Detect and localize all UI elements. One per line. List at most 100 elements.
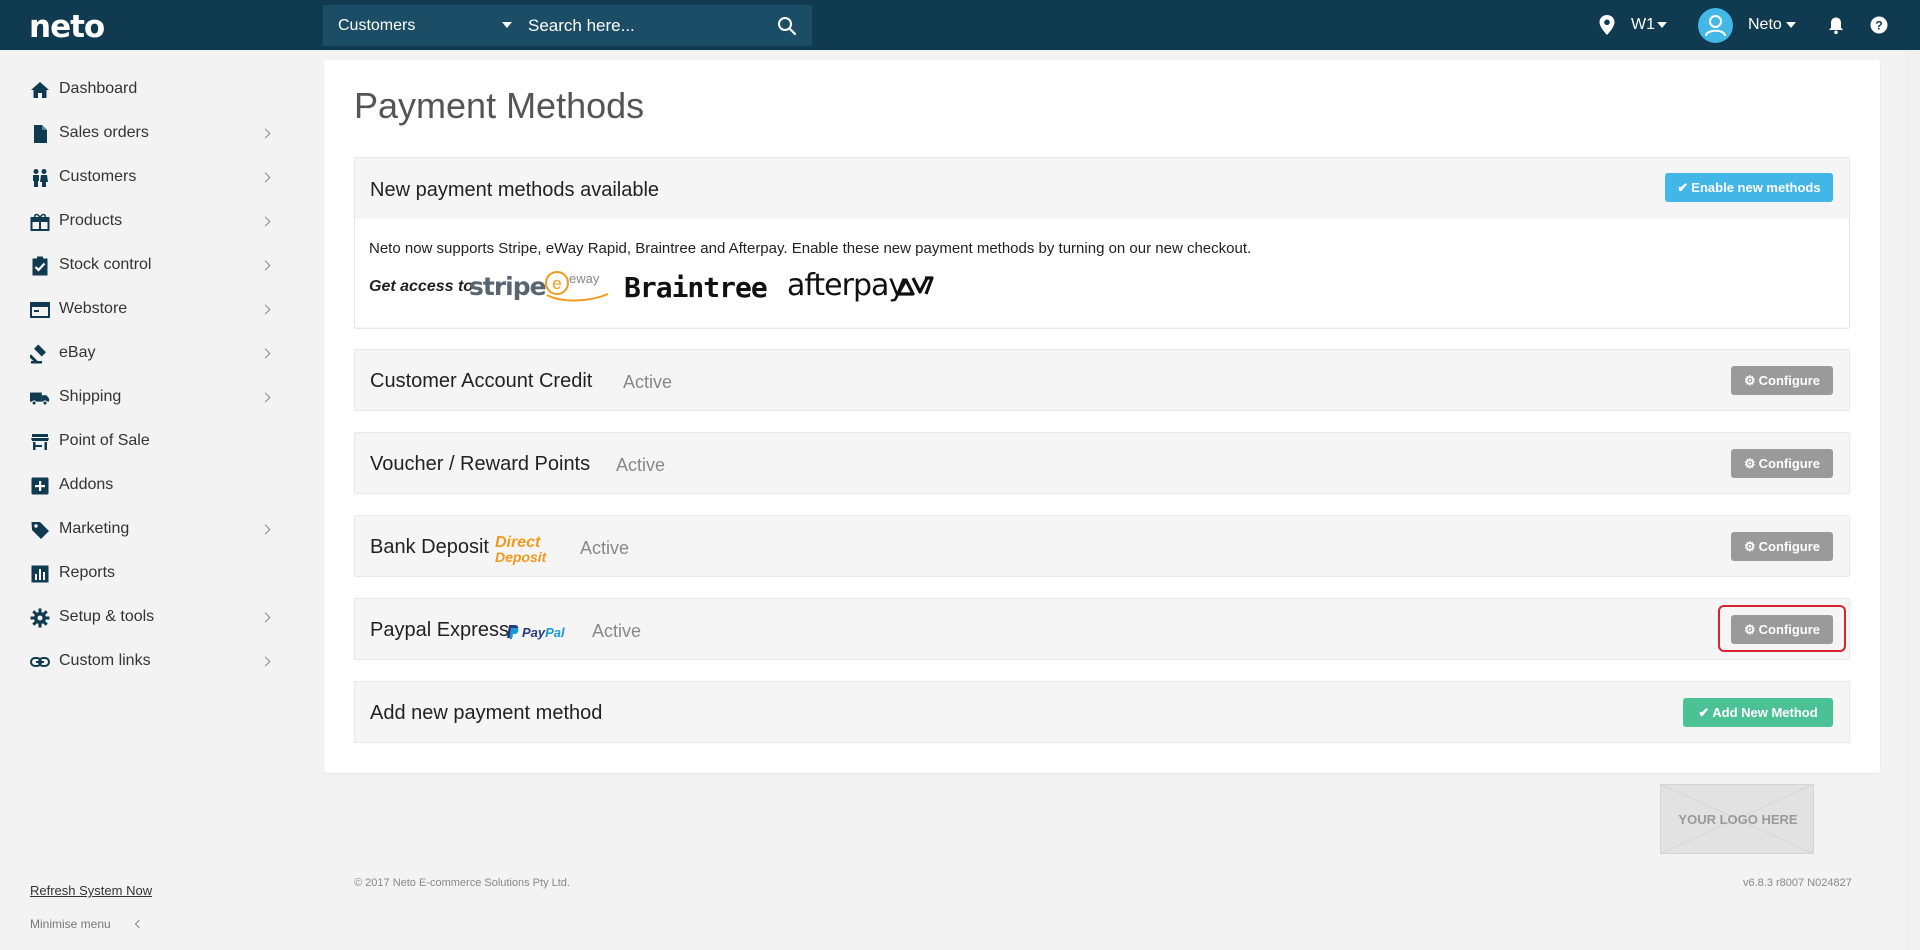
panel-title: New payment methods available: [370, 179, 660, 201]
button-label: Configure: [1758, 539, 1821, 554]
sidebar-item-sales-orders[interactable]: Sales orders: [30, 119, 276, 149]
sidebar-item-stock-control[interactable]: Stock control: [30, 251, 276, 281]
truck-icon: [30, 392, 50, 406]
bar-chart-icon: [31, 565, 49, 583]
search-scope-dropdown[interactable]: Customers: [323, 5, 523, 46]
chevron-right-icon: [260, 656, 271, 667]
sidebar-item-point-of-sale[interactable]: Point of Sale: [30, 427, 276, 457]
caret-down-icon[interactable]: [1657, 22, 1667, 28]
sidebar-item-dashboard[interactable]: Dashboard: [30, 75, 276, 105]
sidebar-item-custom-links[interactable]: Custom links: [30, 647, 276, 677]
sidebar-item-label: Setup & tools: [59, 608, 155, 625]
gear-icon: ⚙: [1743, 539, 1756, 554]
method-name: Paypal Express: [370, 619, 509, 641]
sidebar-item-reports[interactable]: Reports: [30, 559, 276, 589]
sidebar-item-label: Stock control: [59, 256, 152, 273]
search-icon[interactable]: [777, 16, 797, 36]
chevron-right-icon: [260, 304, 271, 315]
search-scope-label: Customers: [338, 17, 416, 34]
plus-box-icon: [31, 477, 49, 495]
sidebar-item-label: Reports: [59, 564, 116, 581]
paypal-wordmark: PayPal: [522, 625, 565, 640]
status-label: Active: [580, 538, 630, 558]
sidebar-item-label: Addons: [59, 476, 114, 493]
chevron-right-icon: [260, 348, 271, 359]
payment-method-row: Customer Account Credit Active: [354, 349, 1850, 411]
configure-button[interactable]: ⚙ Configure: [1731, 449, 1833, 478]
stripe-logo: stripe: [469, 272, 547, 301]
paypal-p-icon: [507, 625, 519, 639]
gear-icon: [30, 608, 50, 628]
location-selector[interactable]: W1: [1631, 16, 1655, 34]
paypal-wordmark-pay: Pay: [522, 625, 546, 640]
clipboard-check-icon: [32, 256, 48, 276]
sidebar-item-label: Marketing: [59, 520, 130, 537]
method-name: Customer Account Credit: [370, 370, 593, 392]
neto-logo[interactable]: neto: [29, 9, 105, 45]
add-method-row: Add new payment method: [354, 681, 1850, 743]
sidebar-item-setup-tools[interactable]: Setup & tools: [30, 603, 276, 633]
sidebar-item-products[interactable]: Products: [30, 207, 276, 237]
sidebar-item-label: Custom links: [59, 652, 151, 669]
sidebar: Dashboard Sales orders Customers Product…: [0, 50, 300, 950]
paypal-wordmark-pal: Pal: [545, 625, 565, 640]
sidebar-item-label: Customers: [59, 168, 137, 185]
afterpay-mark-icon: [896, 276, 934, 296]
sidebar-item-label: Products: [59, 212, 123, 229]
braintree-logo: Braintree: [624, 271, 768, 304]
sidebar-item-addons[interactable]: Addons: [30, 471, 276, 501]
notice-text: Neto now supports Stripe, eWay Rapid, Br…: [369, 240, 1252, 257]
add-new-method-button[interactable]: ✔ Add New Method: [1683, 698, 1833, 727]
minimise-menu-button[interactable]: Minimise menu: [30, 917, 111, 931]
bell-icon[interactable]: [1827, 16, 1845, 35]
chevron-right-icon: [260, 128, 271, 139]
eway-logo-e: e: [552, 274, 561, 293]
payment-method-row: Voucher / Reward Points Active: [354, 432, 1850, 494]
search-input[interactable]: [528, 5, 768, 46]
user-icon: [1705, 15, 1726, 37]
button-label: Configure: [1758, 456, 1821, 471]
eway-logo-text: eway: [569, 271, 600, 286]
sidebar-item-webstore[interactable]: Webstore: [30, 295, 276, 325]
method-name: Voucher / Reward Points: [370, 453, 591, 475]
afterpay-logo: afterpay: [787, 268, 906, 303]
gear-icon: ⚙: [1743, 456, 1756, 471]
check-icon: ✔: [1677, 180, 1689, 195]
scrollbar[interactable]: [1905, 50, 1920, 950]
configure-button[interactable]: ⚙ Configure: [1731, 532, 1833, 561]
direct-deposit-logo-line2: Deposit: [495, 549, 547, 565]
gavel-icon: [30, 344, 47, 364]
payment-method-row: Bank Deposit Active: [354, 515, 1850, 577]
user-menu[interactable]: Neto: [1748, 16, 1782, 34]
caret-down-icon: [502, 22, 512, 28]
sidebar-item-ebay[interactable]: eBay: [30, 339, 276, 369]
sidebar-item-label: Sales orders: [59, 124, 149, 141]
footer-version: v6.8.3 r8007 N024827: [1743, 877, 1852, 889]
home-icon: [31, 82, 49, 98]
status-label: Active: [592, 621, 642, 641]
paypal-logo: PayPal: [506, 623, 568, 641]
logo-placeholder: YOUR LOGO HERE: [1660, 784, 1814, 854]
status-label: Active: [623, 372, 673, 392]
enable-new-methods-button[interactable]: ✔ Enable new methods: [1665, 173, 1833, 202]
tag-icon: [31, 522, 49, 539]
sidebar-item-customers[interactable]: Customers: [30, 163, 276, 193]
sidebar-item-label: Webstore: [59, 300, 128, 317]
method-name: Bank Deposit: [370, 536, 489, 558]
logo-placeholder-text: YOUR LOGO HERE: [1678, 812, 1798, 827]
location-pin-icon[interactable]: [1598, 14, 1616, 36]
footer-copyright: © 2017 Neto E-commerce Solutions Pty Ltd…: [354, 877, 570, 889]
configure-button[interactable]: ⚙ Configure: [1731, 366, 1833, 395]
help-icon[interactable]: ?: [1870, 16, 1888, 34]
document-icon: [34, 125, 47, 143]
sidebar-item-shipping[interactable]: Shipping: [30, 383, 276, 413]
sidebar-item-marketing[interactable]: Marketing: [30, 515, 276, 545]
sidebar-item-label: Dashboard: [59, 80, 138, 97]
avatar[interactable]: [1698, 8, 1733, 43]
check-icon: ✔: [1698, 705, 1710, 720]
chevron-right-icon: [260, 392, 271, 403]
direct-deposit-logo: Direct Deposit: [495, 534, 557, 565]
caret-down-icon[interactable]: [1786, 22, 1796, 28]
button-label: Configure: [1758, 373, 1821, 388]
refresh-system-link[interactable]: Refresh System Now: [30, 883, 152, 898]
